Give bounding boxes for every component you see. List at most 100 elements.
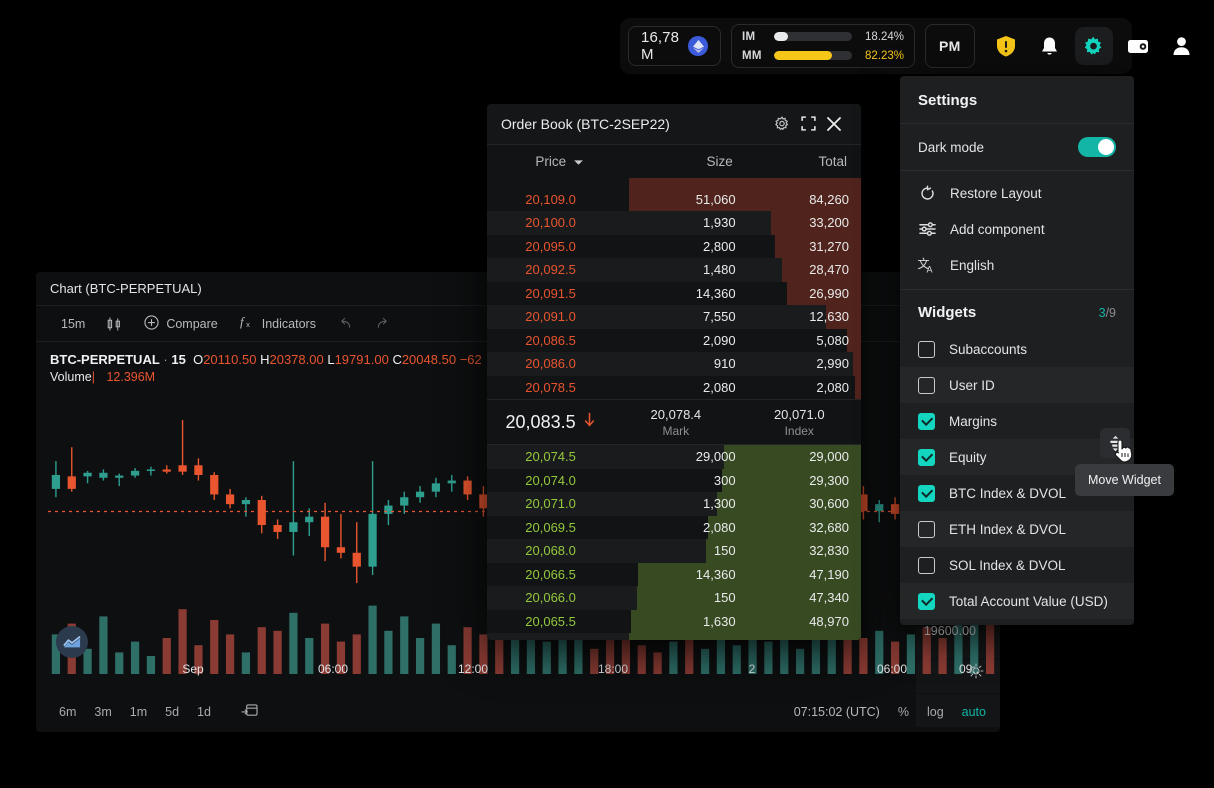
checkbox-icon[interactable] xyxy=(918,556,935,574)
range-1d[interactable]: 1d xyxy=(188,705,220,719)
widget-row-sol-index-dvol[interactable]: SOL Index & DVOL xyxy=(900,547,1134,583)
gear-icon[interactable] xyxy=(1074,27,1113,65)
chart-indicator-badge[interactable] xyxy=(56,626,88,658)
widget-row-user-id[interactable]: User ID xyxy=(900,367,1134,403)
candle-body xyxy=(352,552,361,567)
row-price: 20,071.0 xyxy=(525,496,576,512)
candlestick-icon[interactable] xyxy=(96,311,133,337)
settings-menu-group: Restore Layout Add component 文A English xyxy=(900,171,1134,290)
row-total: 49,120 xyxy=(738,637,861,640)
order-book-row[interactable]: 20,086.5 2,090 5,080 xyxy=(487,328,861,353)
chart-sun-settings-icon[interactable] xyxy=(968,663,984,684)
order-book-row[interactable]: 20,065.015049,120 xyxy=(487,633,861,640)
order-book-row[interactable]: 20,086.0 910 2,990 xyxy=(487,352,861,376)
candle-body xyxy=(305,516,314,523)
gear-icon[interactable] xyxy=(769,111,795,137)
scale-percent-button[interactable]: % xyxy=(898,705,909,719)
menu-item-restore-layout[interactable]: Restore Layout xyxy=(900,175,1134,211)
range-5d[interactable]: 5d xyxy=(156,705,188,719)
order-book-row[interactable]: 20,092.5 1,480 28,470 xyxy=(487,258,861,282)
row-price: 20,086.0 xyxy=(525,356,576,372)
row-price: 20,092.5 xyxy=(525,262,576,278)
widget-row-margins[interactable]: Margins xyxy=(900,403,1134,439)
checkbox-checked-icon[interactable] xyxy=(918,412,935,430)
dark-mode-row[interactable]: Dark mode xyxy=(900,124,1134,171)
checkbox-checked-icon[interactable] xyxy=(918,592,935,610)
order-book-row[interactable]: 20,074.0 300 29,300 xyxy=(487,468,861,493)
bell-icon[interactable] xyxy=(1031,27,1069,65)
order-book-row[interactable]: 20,068.0 150 32,830 xyxy=(487,539,861,563)
menu-item-add-component[interactable]: Add component xyxy=(900,211,1134,247)
range-3m[interactable]: 3m xyxy=(85,705,120,719)
menu-item-language[interactable]: 文A English xyxy=(900,247,1134,283)
index-value: 20,071.0 xyxy=(773,406,825,422)
im-label: IM xyxy=(742,30,756,43)
row-price: 20,069.5 xyxy=(525,519,576,535)
range-1m[interactable]: 1m xyxy=(121,705,156,719)
row-total: 29,300 xyxy=(809,472,849,488)
chart-bottom-bar: 6m 3m 1m 5d 1d 07:15:02 (UTC) % log auto xyxy=(36,692,1000,732)
candle-body xyxy=(447,480,456,484)
order-book-row[interactable]: 20,109.0 51,060 84,260 xyxy=(487,187,861,212)
row-price: 20,066.0 xyxy=(525,590,576,606)
order-book-title: Order Book (BTC-2SEP22) xyxy=(501,115,670,132)
checkbox-icon[interactable] xyxy=(918,376,935,394)
checkbox-checked-icon[interactable] xyxy=(918,484,935,502)
row-price: 20,109.0 xyxy=(525,191,576,207)
order-book-row[interactable]: 20,065.5 1,630 48,970 xyxy=(487,609,861,634)
order-book-row[interactable]: 20,066.5 14,360 47,190 xyxy=(487,562,861,587)
compare-button[interactable]: Compare xyxy=(133,311,228,337)
calendar-range-icon[interactable] xyxy=(232,703,267,721)
margin-meter[interactable]: IM 18.24% MM 82.23% xyxy=(731,24,916,68)
legend-open-label: O xyxy=(193,352,204,367)
order-book-row[interactable]: 20,091.0 7,550 12,630 xyxy=(487,305,861,329)
column-size[interactable]: Size xyxy=(619,154,733,169)
order-book-row[interactable]: 20,066.0 150 47,340 xyxy=(487,586,861,610)
widget-row-subaccounts[interactable]: Subaccounts xyxy=(900,331,1134,367)
row-size: 7,550 xyxy=(703,309,736,325)
indicators-label: Indicators xyxy=(261,316,316,331)
row-total: 84,260 xyxy=(809,191,849,207)
dark-mode-toggle[interactable] xyxy=(1078,137,1116,157)
mark-value: 20,078.4 xyxy=(650,406,702,422)
widget-row-eth-index-dvol[interactable]: ETH Index & DVOL xyxy=(900,511,1134,547)
row-price: 20,091.5 xyxy=(525,285,576,301)
hamburger-menu-icon[interactable] xyxy=(1207,27,1214,65)
order-book-row[interactable]: 20,095.0 2,800 31,270 xyxy=(487,234,861,259)
column-price[interactable]: Price xyxy=(501,154,619,169)
legend-separator: · xyxy=(163,352,168,367)
close-icon[interactable] xyxy=(821,111,847,137)
row-size: 1,630 xyxy=(703,613,736,629)
checkbox-icon[interactable] xyxy=(918,520,935,538)
redo-icon[interactable] xyxy=(364,311,401,337)
candle-wick xyxy=(308,508,310,537)
order-book-row-partial[interactable]: 20,110.01,50085,760 xyxy=(487,177,861,188)
order-book-row[interactable]: 20,091.5 14,360 26,990 xyxy=(487,281,861,306)
scale-auto-button[interactable]: auto xyxy=(962,705,986,719)
widget-row-total-account-value-usd[interactable]: Total Account Value (USD) xyxy=(900,583,1134,619)
pm-button[interactable]: PM xyxy=(925,24,975,68)
column-total[interactable]: Total xyxy=(733,154,847,169)
alert-icon[interactable] xyxy=(987,27,1025,65)
indicators-button[interactable]: fx Indicators xyxy=(229,311,327,337)
balance-pill[interactable]: 16,78 M xyxy=(628,26,722,66)
candle-wick xyxy=(292,461,295,556)
order-book-row[interactable]: 20,069.5 2,080 32,680 xyxy=(487,515,861,540)
range-6m[interactable]: 6m xyxy=(50,705,85,719)
mm-track xyxy=(774,51,853,60)
wallet-icon[interactable] xyxy=(1119,27,1157,65)
expand-icon[interactable] xyxy=(795,111,821,137)
order-book-row[interactable]: 20,071.0 1,300 30,600 xyxy=(487,492,861,516)
widget-label: Margins xyxy=(949,413,998,429)
interval-button[interactable]: 15m xyxy=(50,311,96,337)
row-total: 2,080 xyxy=(816,379,849,395)
order-book-row[interactable]: 20,078.5 2,080 2,080 xyxy=(487,375,861,400)
scale-log-button[interactable]: log xyxy=(927,705,944,719)
checkbox-icon[interactable] xyxy=(918,340,935,358)
order-book-row[interactable]: 20,100.0 1,930 33,200 xyxy=(487,211,861,235)
checkbox-checked-icon[interactable] xyxy=(918,448,935,466)
user-icon[interactable] xyxy=(1163,27,1201,65)
order-book-row[interactable]: 20,074.5 29,000 29,000 xyxy=(487,445,861,469)
mark-price: 20,078.4 Mark xyxy=(614,406,737,439)
undo-icon[interactable] xyxy=(327,311,364,337)
